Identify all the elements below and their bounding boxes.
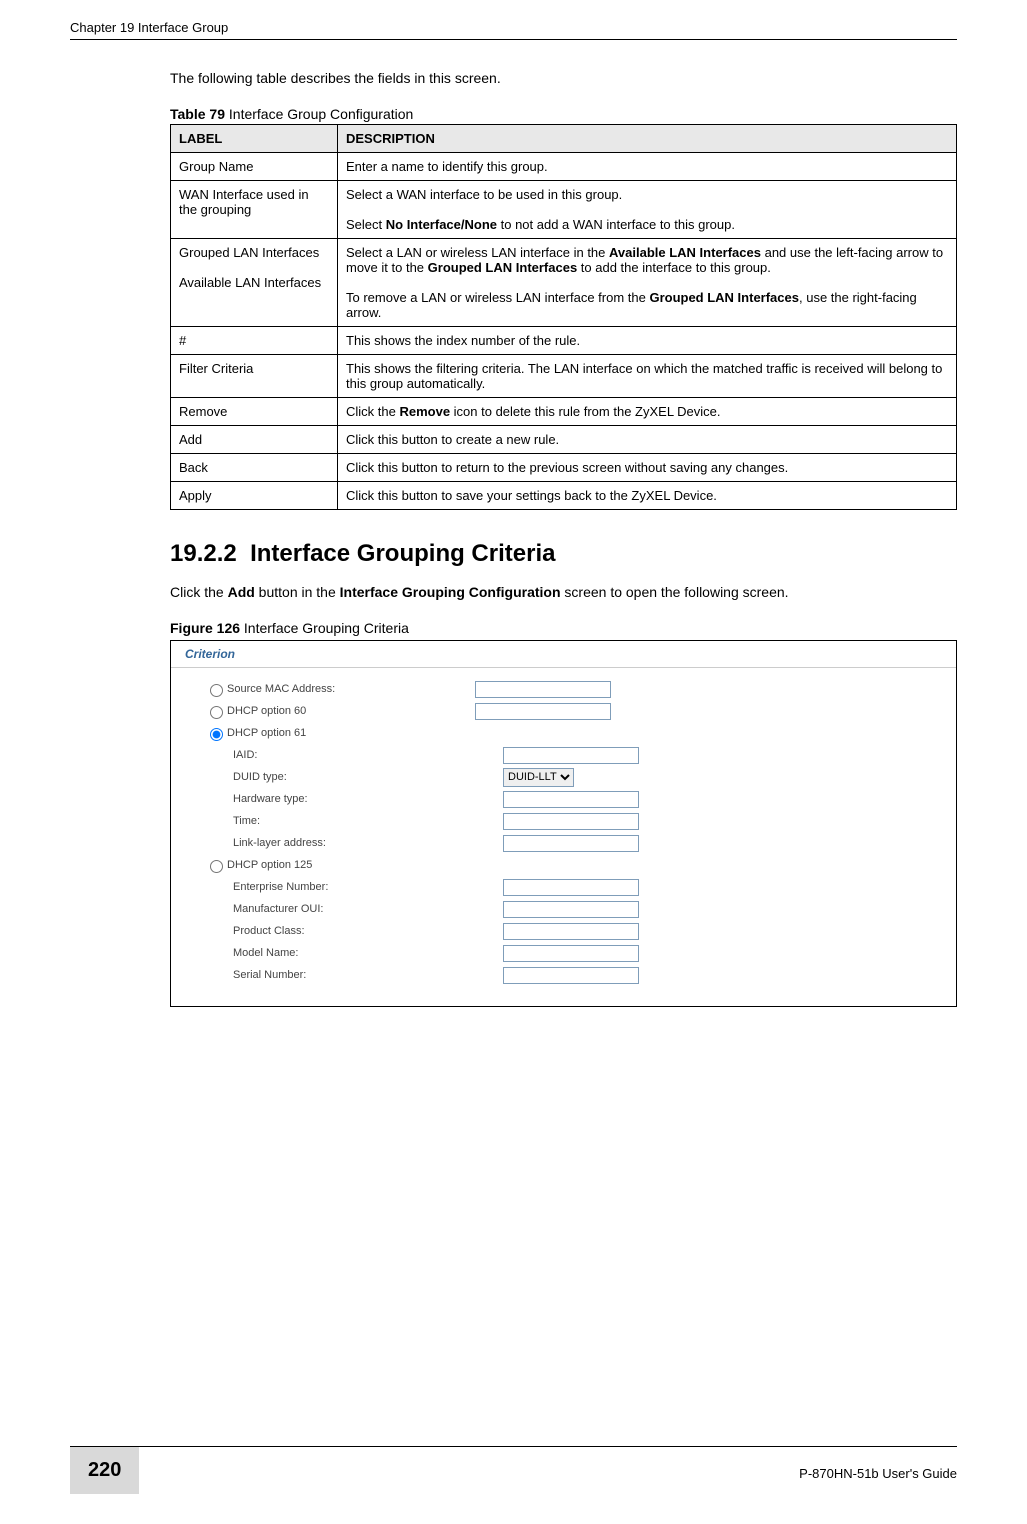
table-cell-label: WAN Interface used in the grouping bbox=[171, 181, 338, 239]
table-cell-description: Click this button to return to the previ… bbox=[338, 454, 957, 482]
figure-caption-title: Interface Grouping Criteria bbox=[240, 620, 409, 636]
running-head: Chapter 19 Interface Group bbox=[70, 20, 957, 40]
table-caption-number: Table 79 bbox=[170, 106, 225, 122]
label-iaid: IAID: bbox=[205, 749, 503, 761]
label-dhcp-125: DHCP option 125 bbox=[227, 859, 312, 871]
input-manufacturer-oui[interactable] bbox=[503, 901, 639, 918]
figure-criterion-panel: Criterion Source MAC Address: DHCP optio… bbox=[170, 640, 957, 1007]
input-time[interactable] bbox=[503, 813, 639, 830]
label-source-mac: Source MAC Address: bbox=[227, 683, 335, 695]
figure-caption-number: Figure 126 bbox=[170, 620, 240, 636]
label-enterprise-number: Enterprise Number: bbox=[205, 881, 503, 893]
table-row: ApplyClick this button to save your sett… bbox=[171, 482, 957, 510]
radio-dhcp-60[interactable] bbox=[210, 706, 223, 719]
section-heading: 19.2.2 Interface Grouping Criteria bbox=[170, 540, 957, 568]
table-row: WAN Interface used in the groupingSelect… bbox=[171, 181, 957, 239]
table-cell-description: Select a LAN or wireless LAN interface i… bbox=[338, 239, 957, 327]
criterion-panel-title: Criterion bbox=[171, 641, 956, 668]
radio-source-mac[interactable] bbox=[210, 684, 223, 697]
table-cell-label: Remove bbox=[171, 398, 338, 426]
input-model-name[interactable] bbox=[503, 945, 639, 962]
table-cell-description: Click the Remove icon to delete this rul… bbox=[338, 398, 957, 426]
table-cell-label: Grouped LAN InterfacesAvailable LAN Inte… bbox=[171, 239, 338, 327]
table-cell-description: Enter a name to identify this group. bbox=[338, 153, 957, 181]
table-cell-label: Back bbox=[171, 454, 338, 482]
radio-dhcp-125[interactable] bbox=[210, 860, 223, 873]
table-header-description: DESCRIPTION bbox=[338, 125, 957, 153]
page-number: 220 bbox=[70, 1447, 139, 1494]
label-dhcp-60: DHCP option 60 bbox=[227, 705, 306, 717]
label-duid-type: DUID type: bbox=[205, 771, 503, 783]
label-manufacturer-oui: Manufacturer OUI: bbox=[205, 903, 503, 915]
section-paragraph: Click the Add button in the Interface Gr… bbox=[170, 584, 957, 600]
radio-dhcp-61[interactable] bbox=[210, 728, 223, 741]
intro-paragraph: The following table describes the fields… bbox=[170, 70, 957, 86]
label-product-class: Product Class: bbox=[205, 925, 503, 937]
table-caption-title: Interface Group Configuration bbox=[225, 106, 413, 122]
table-cell-label: Filter Criteria bbox=[171, 355, 338, 398]
select-duid-type[interactable]: DUID-LLT bbox=[503, 768, 574, 787]
table-row: Filter CriteriaThis shows the filtering … bbox=[171, 355, 957, 398]
page-footer: 220 P-870HN-51b User's Guide bbox=[0, 1446, 1027, 1494]
table-cell-label: Add bbox=[171, 426, 338, 454]
table-cell-label: Apply bbox=[171, 482, 338, 510]
table-row: #This shows the index number of the rule… bbox=[171, 327, 957, 355]
table-row: AddClick this button to create a new rul… bbox=[171, 426, 957, 454]
table-row: Group NameEnter a name to identify this … bbox=[171, 153, 957, 181]
section-number: 19.2.2 bbox=[170, 540, 237, 567]
label-link-layer: Link-layer address: bbox=[205, 837, 503, 849]
table-header-label: LABEL bbox=[171, 125, 338, 153]
input-dhcp-60[interactable] bbox=[475, 703, 611, 720]
label-dhcp-61: DHCP option 61 bbox=[227, 727, 306, 739]
input-hardware-type[interactable] bbox=[503, 791, 639, 808]
label-model-name: Model Name: bbox=[205, 947, 503, 959]
input-product-class[interactable] bbox=[503, 923, 639, 940]
input-iaid[interactable] bbox=[503, 747, 639, 764]
input-enterprise-number[interactable] bbox=[503, 879, 639, 896]
table-cell-label: Group Name bbox=[171, 153, 338, 181]
label-serial-number: Serial Number: bbox=[205, 969, 503, 981]
table-cell-description: This shows the filtering criteria. The L… bbox=[338, 355, 957, 398]
table-row: RemoveClick the Remove icon to delete th… bbox=[171, 398, 957, 426]
table-cell-label: # bbox=[171, 327, 338, 355]
input-source-mac[interactable] bbox=[475, 681, 611, 698]
table-cell-description: Select a WAN interface to be used in thi… bbox=[338, 181, 957, 239]
table-cell-description: This shows the index number of the rule. bbox=[338, 327, 957, 355]
table-row: BackClick this button to return to the p… bbox=[171, 454, 957, 482]
table-cell-description: Click this button to save your settings … bbox=[338, 482, 957, 510]
input-link-layer[interactable] bbox=[503, 835, 639, 852]
label-time: Time: bbox=[205, 815, 503, 827]
table-caption: Table 79 Interface Group Configuration bbox=[170, 106, 957, 122]
section-title-text: Interface Grouping Criteria bbox=[250, 540, 555, 567]
label-hardware-type: Hardware type: bbox=[205, 793, 503, 805]
table-row: Grouped LAN InterfacesAvailable LAN Inte… bbox=[171, 239, 957, 327]
table-cell-description: Click this button to create a new rule. bbox=[338, 426, 957, 454]
input-serial-number[interactable] bbox=[503, 967, 639, 984]
figure-caption: Figure 126 Interface Grouping Criteria bbox=[170, 620, 957, 636]
table-interface-group-config: LABEL DESCRIPTION Group NameEnter a name… bbox=[170, 124, 957, 510]
guide-name: P-870HN-51b User's Guide bbox=[799, 1460, 957, 1481]
